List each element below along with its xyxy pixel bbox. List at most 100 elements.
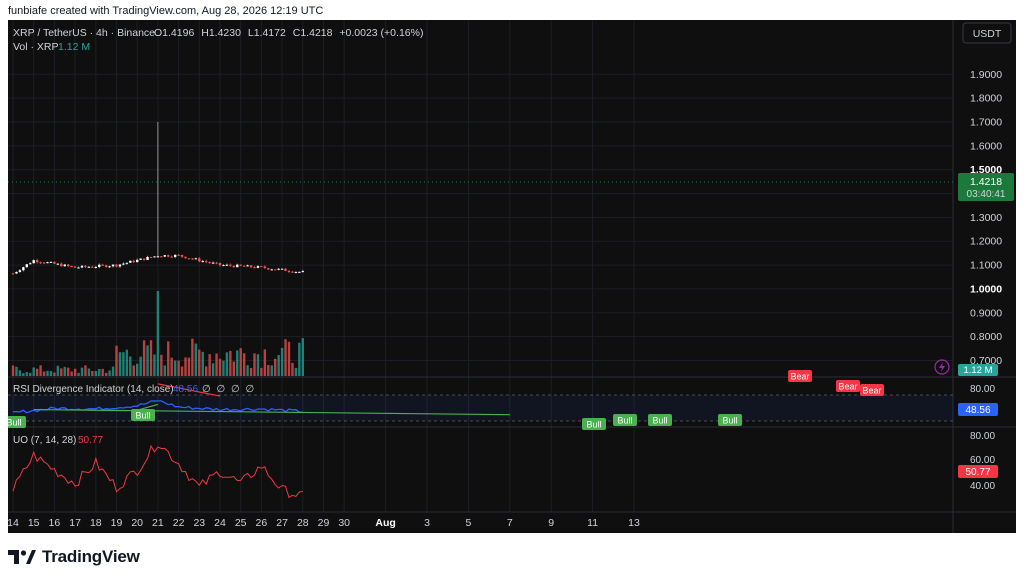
- volume-bar: [80, 367, 84, 376]
- time-tick-label: 21: [152, 517, 164, 529]
- volume-bar: [205, 366, 208, 376]
- trading-chart[interactable]: Bull Bull Bull Bull Bull Bull Bear Bear Bear 1.9…: [8, 20, 1016, 533]
- lightning-icon[interactable]: [934, 359, 950, 375]
- candle-body: [46, 262, 49, 264]
- volume-bar: [87, 368, 91, 376]
- close-value: 1.4218: [300, 27, 332, 39]
- volume-bar: [91, 370, 94, 376]
- time-tick-label: 22: [173, 517, 185, 529]
- time-tick-label: 9: [548, 517, 554, 529]
- candle-body: [274, 269, 277, 271]
- volume-bar: [77, 372, 80, 376]
- candle-body: [291, 271, 294, 273]
- price-tick-label: 1.3000: [970, 212, 1002, 224]
- candle-body: [146, 256, 149, 260]
- candle-body: [11, 273, 15, 275]
- time-tick-label: 11: [587, 517, 598, 529]
- time-tick-label: 15: [28, 517, 40, 529]
- time-tick-label: 7: [507, 517, 513, 529]
- bull-marker: Bull: [131, 409, 155, 421]
- bull-marker: Bull: [613, 414, 637, 426]
- volume-bar: [146, 345, 149, 376]
- volume-bar: [22, 373, 25, 376]
- candle-body: [60, 263, 63, 267]
- low-value: 1.4172: [254, 27, 286, 39]
- volume-bar: [232, 361, 235, 376]
- candle-body: [215, 262, 218, 264]
- currency-button[interactable]: USDT: [962, 22, 1012, 44]
- volume-bar: [287, 341, 291, 376]
- time-axis[interactable]: 14 16 18 20 22 24 26 28 30 Aug 3 5 7 9 11 13 15 17 19 21 23 2…: [8, 517, 640, 529]
- volume-bar: [67, 367, 70, 376]
- volume-bar: [63, 366, 66, 376]
- candle-body: [153, 256, 156, 258]
- uo-axis-tick-60: 60.00: [970, 455, 995, 466]
- volume-bar: [184, 357, 187, 376]
- volume-legend-label[interactable]: Vol · XRP: [13, 41, 59, 53]
- na-value-3: ∅: [231, 384, 240, 395]
- candle-body: [111, 264, 115, 267]
- candle-body: [177, 254, 180, 256]
- price-tick-label: 1.2000: [970, 236, 1002, 248]
- volume-legend-value: 1.12 M: [58, 41, 90, 53]
- volume-bar: [218, 358, 222, 376]
- volume-bar: [39, 365, 42, 376]
- candle-body: [115, 264, 118, 267]
- candle-body: [108, 266, 111, 268]
- volume-bar: [225, 352, 229, 376]
- price-change: +0.0023 (+0.16%): [339, 27, 423, 39]
- candle-body: [22, 267, 25, 271]
- volume-bar: [108, 370, 111, 376]
- time-tick-label: 19: [111, 517, 123, 529]
- candle-body: [173, 254, 177, 257]
- candle-body: [301, 271, 304, 273]
- tradingview-brand[interactable]: TradingView: [8, 546, 140, 568]
- candle-body: [222, 265, 225, 267]
- candle-body: [198, 258, 201, 262]
- volume-bar: [239, 348, 242, 376]
- time-tick-label: 27: [276, 517, 288, 529]
- high-value: 1.4230: [209, 27, 241, 39]
- candle-body: [242, 265, 246, 267]
- candle-body: [298, 271, 301, 273]
- uo-axis-tick-80: 80.00: [970, 431, 995, 442]
- time-tick-label: 28: [297, 517, 309, 529]
- volume-bar: [236, 350, 239, 376]
- candle-body: [267, 268, 270, 270]
- candle-body: [104, 265, 108, 268]
- volume-bar: [267, 365, 270, 376]
- candle-body: [232, 265, 235, 268]
- volume-bar: [298, 342, 301, 376]
- candle-body: [167, 255, 170, 257]
- candle-body: [163, 255, 166, 257]
- time-tick-label: 20: [131, 517, 143, 529]
- volume-bar: [167, 341, 170, 376]
- price-axis[interactable]: 1.90001.80001.70001.60001.50001.40001.30…: [970, 69, 1002, 367]
- symbol-title[interactable]: XRP / TetherUS · 4h · Binance: [13, 27, 155, 39]
- price-tick-label: 0.9000: [970, 307, 1002, 319]
- candle-body: [263, 266, 267, 269]
- volume-bar: [215, 353, 218, 376]
- time-tick-label: 5: [465, 517, 471, 529]
- candle-body: [191, 258, 194, 260]
- na-value-4: ∅: [246, 384, 255, 395]
- uo-title[interactable]: UO (7, 14, 28): [13, 435, 76, 446]
- candle-body: [35, 260, 39, 263]
- chart-frame[interactable]: Bull Bull Bull Bull Bull Bull Bear Bear Bear 1.9…: [8, 20, 1016, 533]
- volume-bar: [29, 372, 32, 376]
- price-tick-label: 1.7000: [970, 117, 1002, 129]
- candle-body: [29, 263, 32, 265]
- volume-bar: [173, 360, 177, 376]
- candle-body: [53, 261, 56, 264]
- volume-bar: [280, 347, 284, 376]
- rsi-na-values: ∅ ∅ ∅ ∅: [202, 384, 254, 395]
- rsi-axis-tick: 80.00: [970, 384, 995, 395]
- volume-bar: [291, 362, 294, 376]
- candle-body: [139, 258, 142, 260]
- volume-bar: [284, 339, 287, 376]
- rsi-title[interactable]: RSI Divergence Indicator (14, close): [13, 384, 174, 395]
- time-tick-label: Aug: [375, 517, 395, 529]
- candle-body: [101, 264, 104, 266]
- volume-bar: [229, 350, 232, 376]
- volume-bar: [201, 351, 204, 376]
